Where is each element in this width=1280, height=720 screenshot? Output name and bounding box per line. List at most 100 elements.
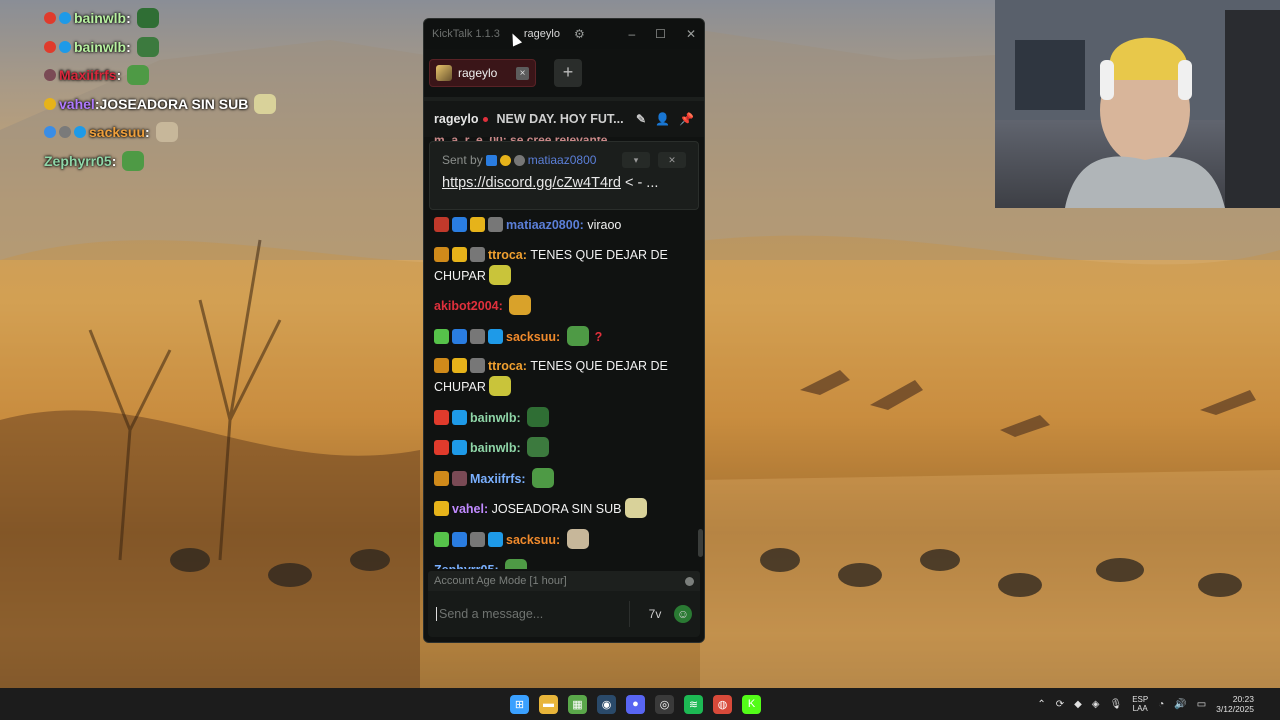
message-text: JOSEADORA SIN SUB	[491, 502, 622, 516]
chat-message[interactable]: matiaaz0800: viraoo	[434, 215, 694, 235]
unpin-icon[interactable]: ✕	[658, 152, 686, 168]
webcam-feed	[995, 0, 1280, 208]
user-icon[interactable]: 👤	[655, 112, 670, 126]
pinned-link[interactable]: https://discord.gg/cZw4T4rd	[442, 175, 621, 191]
minimize-icon[interactable]: –	[628, 27, 635, 41]
chat-message[interactable]: vahel: JOSEADORA SIN SUB	[434, 498, 694, 519]
chrome-icon[interactable]: ◍	[713, 694, 732, 714]
live-indicator-icon	[483, 116, 489, 122]
badge-icon	[452, 328, 467, 344]
start-icon[interactable]: ⊞	[510, 694, 529, 714]
battery-icon[interactable]: ▭	[1197, 699, 1206, 710]
close-icon[interactable]: ✕	[686, 27, 696, 41]
overlay-chat-line: Maxiifrfs:	[44, 61, 424, 90]
badge-icon	[434, 531, 449, 547]
file-explorer-icon[interactable]: ▬	[539, 694, 558, 714]
message-username[interactable]: ttroca	[488, 359, 523, 373]
microphone-icon[interactable]: 🎙	[1110, 699, 1123, 710]
message-username[interactable]: Maxiifrfs	[470, 472, 521, 486]
message-username[interactable]: akibot2004	[434, 299, 499, 313]
pinned-link-rest: < - ...	[620, 175, 659, 191]
network-app-icon[interactable]: ◈	[1092, 699, 1100, 710]
emote-icon	[488, 264, 511, 285]
7tv-emotes-icon[interactable]: 7v	[644, 604, 666, 624]
kick-icon[interactable]: K	[742, 694, 761, 714]
wifi-icon[interactable]: ◔	[1158, 699, 1164, 710]
discord-icon[interactable]: ●	[626, 694, 645, 714]
current-user[interactable]: rageylo	[524, 28, 560, 40]
chat-message[interactable]: ttroca: TENES QUE DEJAR DE CHUPAR	[434, 245, 694, 286]
maximize-icon[interactable]: ☐	[655, 27, 666, 41]
gear-icon[interactable]: ⚙	[574, 27, 585, 41]
chat-message[interactable]: bainwlb:	[434, 437, 694, 458]
pin-icon[interactable]: 📌	[679, 112, 694, 126]
divider	[629, 601, 630, 627]
overlay-username: sacksuu	[89, 124, 146, 141]
badge-icon	[470, 531, 485, 547]
badge-icon	[488, 328, 503, 344]
overlay-chat-line: bainwlb:	[44, 33, 424, 62]
chat-message[interactable]: ttroca: TENES QUE DEJAR DE CHUPAR	[434, 356, 694, 397]
emote-icon	[566, 325, 589, 346]
badge-icon	[434, 409, 449, 425]
badge-icon	[452, 246, 467, 262]
app-green-icon[interactable]: ▦	[568, 694, 587, 714]
channel-name[interactable]: rageylo	[434, 112, 478, 126]
message-username[interactable]: sacksuu	[506, 330, 556, 344]
overlay-username: Zephyrr05	[44, 152, 112, 169]
chat-message[interactable]: sacksuu:	[434, 528, 694, 550]
tab-rageylo[interactable]: rageylo ×	[429, 59, 536, 87]
chat-messages[interactable]: m_a_r_e_00: se cree relevante Sent by ma…	[424, 137, 704, 569]
badge-icon	[44, 69, 56, 82]
chat-scrollbar[interactable]	[698, 529, 703, 557]
chat-input-area: Account Age Mode [1 hour] 7v ☺	[424, 569, 704, 642]
chevron-up-icon[interactable]: ⌃	[1037, 699, 1045, 710]
spotify-icon[interactable]: ≋	[684, 694, 703, 714]
tab-close-icon[interactable]: ×	[516, 66, 529, 80]
add-tab-button[interactable]: +	[554, 59, 582, 87]
message-username[interactable]: matiaaz0800	[506, 218, 580, 232]
chat-message[interactable]: Zephyrr05:	[434, 559, 694, 569]
message-input[interactable]	[436, 607, 623, 621]
pinned-sender[interactable]: matiaaz0800	[528, 153, 597, 167]
overlay-chat-line: Zephyrr05:	[44, 147, 424, 176]
badge-icon	[470, 358, 485, 373]
message-username[interactable]: ttroca	[488, 248, 523, 262]
message-colon: :	[483, 502, 492, 516]
expand-icon[interactable]: ▾	[622, 152, 650, 168]
chat-message[interactable]: akibot2004:	[434, 295, 694, 316]
message-username[interactable]: sacksuu	[506, 533, 556, 547]
clock-time: 20:23	[1232, 694, 1254, 704]
badge-icon	[44, 97, 56, 110]
system-tray: ⌃ ⟳ ◆ ◈ 🎙 ESP LAA ◔ 🔊 ▭ 20:23 3/12/2025	[1037, 688, 1254, 720]
language-indicator[interactable]: ESP LAA	[1132, 695, 1148, 713]
chat-message[interactable]: Maxiifrfs:	[434, 467, 694, 489]
account-age-mode-bar: Account Age Mode [1 hour]	[428, 571, 700, 591]
overlay-chat-line: sacksuu:	[44, 118, 424, 147]
tray-app-icon[interactable]: ◆	[1074, 699, 1082, 710]
message-username[interactable]: bainwlb	[470, 411, 517, 425]
message-username[interactable]: bainwlb	[470, 441, 517, 455]
volume-icon[interactable]: 🔊	[1174, 699, 1186, 710]
clock[interactable]: 20:23 3/12/2025	[1216, 694, 1254, 714]
info-icon[interactable]	[685, 576, 694, 586]
chat-message[interactable]: sacksuu: ?	[434, 325, 694, 347]
edit-icon[interactable]: ✎	[636, 112, 646, 126]
badge-icon	[485, 154, 497, 166]
pinned-message[interactable]: Sent by matiaaz0800 ▾ ✕ https://discord.…	[429, 141, 699, 210]
message-text: viraoo	[587, 218, 622, 232]
title-bar[interactable]: KickTalk 1.1.3 rageylo ⚙ – ☐ ✕	[424, 19, 704, 49]
emote-icon	[254, 93, 277, 114]
sync-icon[interactable]: ⟳	[1056, 699, 1064, 710]
steam-icon[interactable]: ◉	[597, 694, 616, 714]
obs-icon[interactable]: ◎	[655, 694, 674, 714]
badge-icon	[452, 470, 467, 486]
chat-message[interactable]: bainwlb:	[434, 406, 694, 428]
kick-emotes-icon[interactable]: ☺	[674, 605, 692, 623]
message-colon: :	[556, 532, 564, 547]
emote-icon	[155, 122, 178, 143]
emote-icon	[136, 8, 159, 29]
badge-icon	[59, 12, 71, 25]
message-username[interactable]: vahel	[452, 502, 484, 516]
badge-icon	[44, 126, 56, 139]
